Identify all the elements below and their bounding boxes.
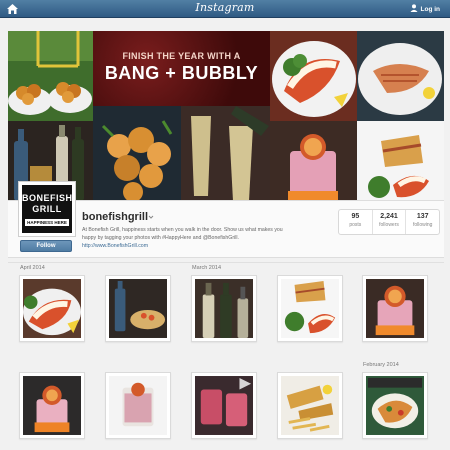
photo-fried-fish-fries — [281, 376, 339, 435]
stat-followers[interactable]: 2,241 followers — [373, 210, 407, 234]
photo-lobster-tail — [23, 279, 81, 338]
bio-line1: At Bonefish Grill, happiness starts when… — [82, 227, 283, 233]
photo-thumbnail[interactable] — [191, 372, 257, 439]
stat-label: following — [412, 222, 433, 228]
month-label-april: April 2014 — [20, 265, 45, 271]
profile-avatar-frame[interactable]: BONEFISH GRILL HAPPINESS HERE — [18, 181, 76, 237]
month-label-february: February 2014 — [363, 362, 399, 368]
photo-wine-bottles — [195, 279, 253, 338]
avatar: BONEFISH GRILL HAPPINESS HERE — [22, 185, 72, 233]
collage-photo-sandwich — [357, 121, 444, 209]
photo-thumbnail[interactable] — [105, 372, 171, 439]
photo-frozen-cocktail — [366, 279, 424, 338]
collage-photo-shrimp — [8, 31, 93, 121]
collage-photo-frozen-cocktail — [270, 121, 357, 209]
login-link[interactable]: Log in — [410, 4, 441, 13]
collage-photo-salmon — [357, 31, 444, 121]
photo-fish-tacos — [366, 376, 424, 435]
photo-thumbnail[interactable] — [19, 275, 85, 342]
stat-label: followers — [379, 222, 399, 228]
avatar-line3: HAPPINESS HERE — [25, 219, 69, 226]
profile-bio: At Bonefish Grill, happiness starts when… — [82, 226, 332, 250]
photo-thumbnail[interactable] — [191, 275, 257, 342]
profile-stats: 95 posts 2,241 followers 137 following — [338, 209, 440, 235]
photo-thumbnail[interactable] — [19, 372, 85, 439]
collage-photo-lobster — [270, 31, 357, 121]
photo-pink-cocktails — [195, 376, 253, 435]
photo-thumbnail[interactable] — [362, 372, 428, 439]
photo-thumbnail[interactable] — [362, 275, 428, 342]
photo-thumbnail[interactable] — [105, 275, 171, 342]
stat-value: 2,241 — [380, 213, 398, 220]
collage-photo-shrimp-plate — [93, 106, 181, 209]
photo-sandwich-salad — [281, 279, 339, 338]
avatar-line2: GRILL — [32, 204, 62, 214]
photo-frozen-cocktail — [23, 376, 81, 435]
banner-line1: FINISH THE YEAR WITH A — [122, 51, 241, 61]
collage-photo-champagne — [181, 106, 270, 209]
user-icon — [410, 4, 417, 12]
banner-line2: BANG + BUBBLY — [104, 63, 259, 83]
profile-info-card: BONEFISH GRILL HAPPINESS HERE Follow bon… — [8, 181, 444, 258]
photo-thumbnail[interactable] — [277, 275, 343, 342]
avatar-line1: BONEFISH — [22, 193, 73, 203]
follow-button[interactable]: Follow — [20, 240, 72, 252]
photo-cocktail-glass — [109, 376, 167, 435]
stat-posts[interactable]: 95 posts — [339, 210, 373, 234]
stat-following[interactable]: 137 following — [406, 210, 439, 234]
photo-thumbnail[interactable] — [277, 372, 343, 439]
stat-label: posts — [349, 222, 362, 228]
login-label: Log in — [420, 6, 441, 13]
bio-line2: happy by tagging your photos with #Happy… — [82, 235, 239, 241]
top-navigation-bar: Instagram Log in — [0, 0, 450, 18]
stat-value: 137 — [416, 213, 429, 220]
profile-username: bonefishgrill — [82, 211, 148, 223]
divider — [8, 262, 444, 263]
profile-website-link[interactable]: http://www.BonefishGrill.com — [82, 242, 332, 250]
month-label-march: March 2014 — [192, 265, 222, 271]
photo-beer-pasta — [109, 279, 167, 338]
stat-value: 95 — [351, 213, 360, 220]
promo-banner: FINISH THE YEAR WITH A BANG + BUBBLY — [93, 31, 270, 106]
chevron-down-icon[interactable] — [148, 214, 154, 220]
instagram-logo[interactable]: Instagram — [0, 1, 450, 14]
